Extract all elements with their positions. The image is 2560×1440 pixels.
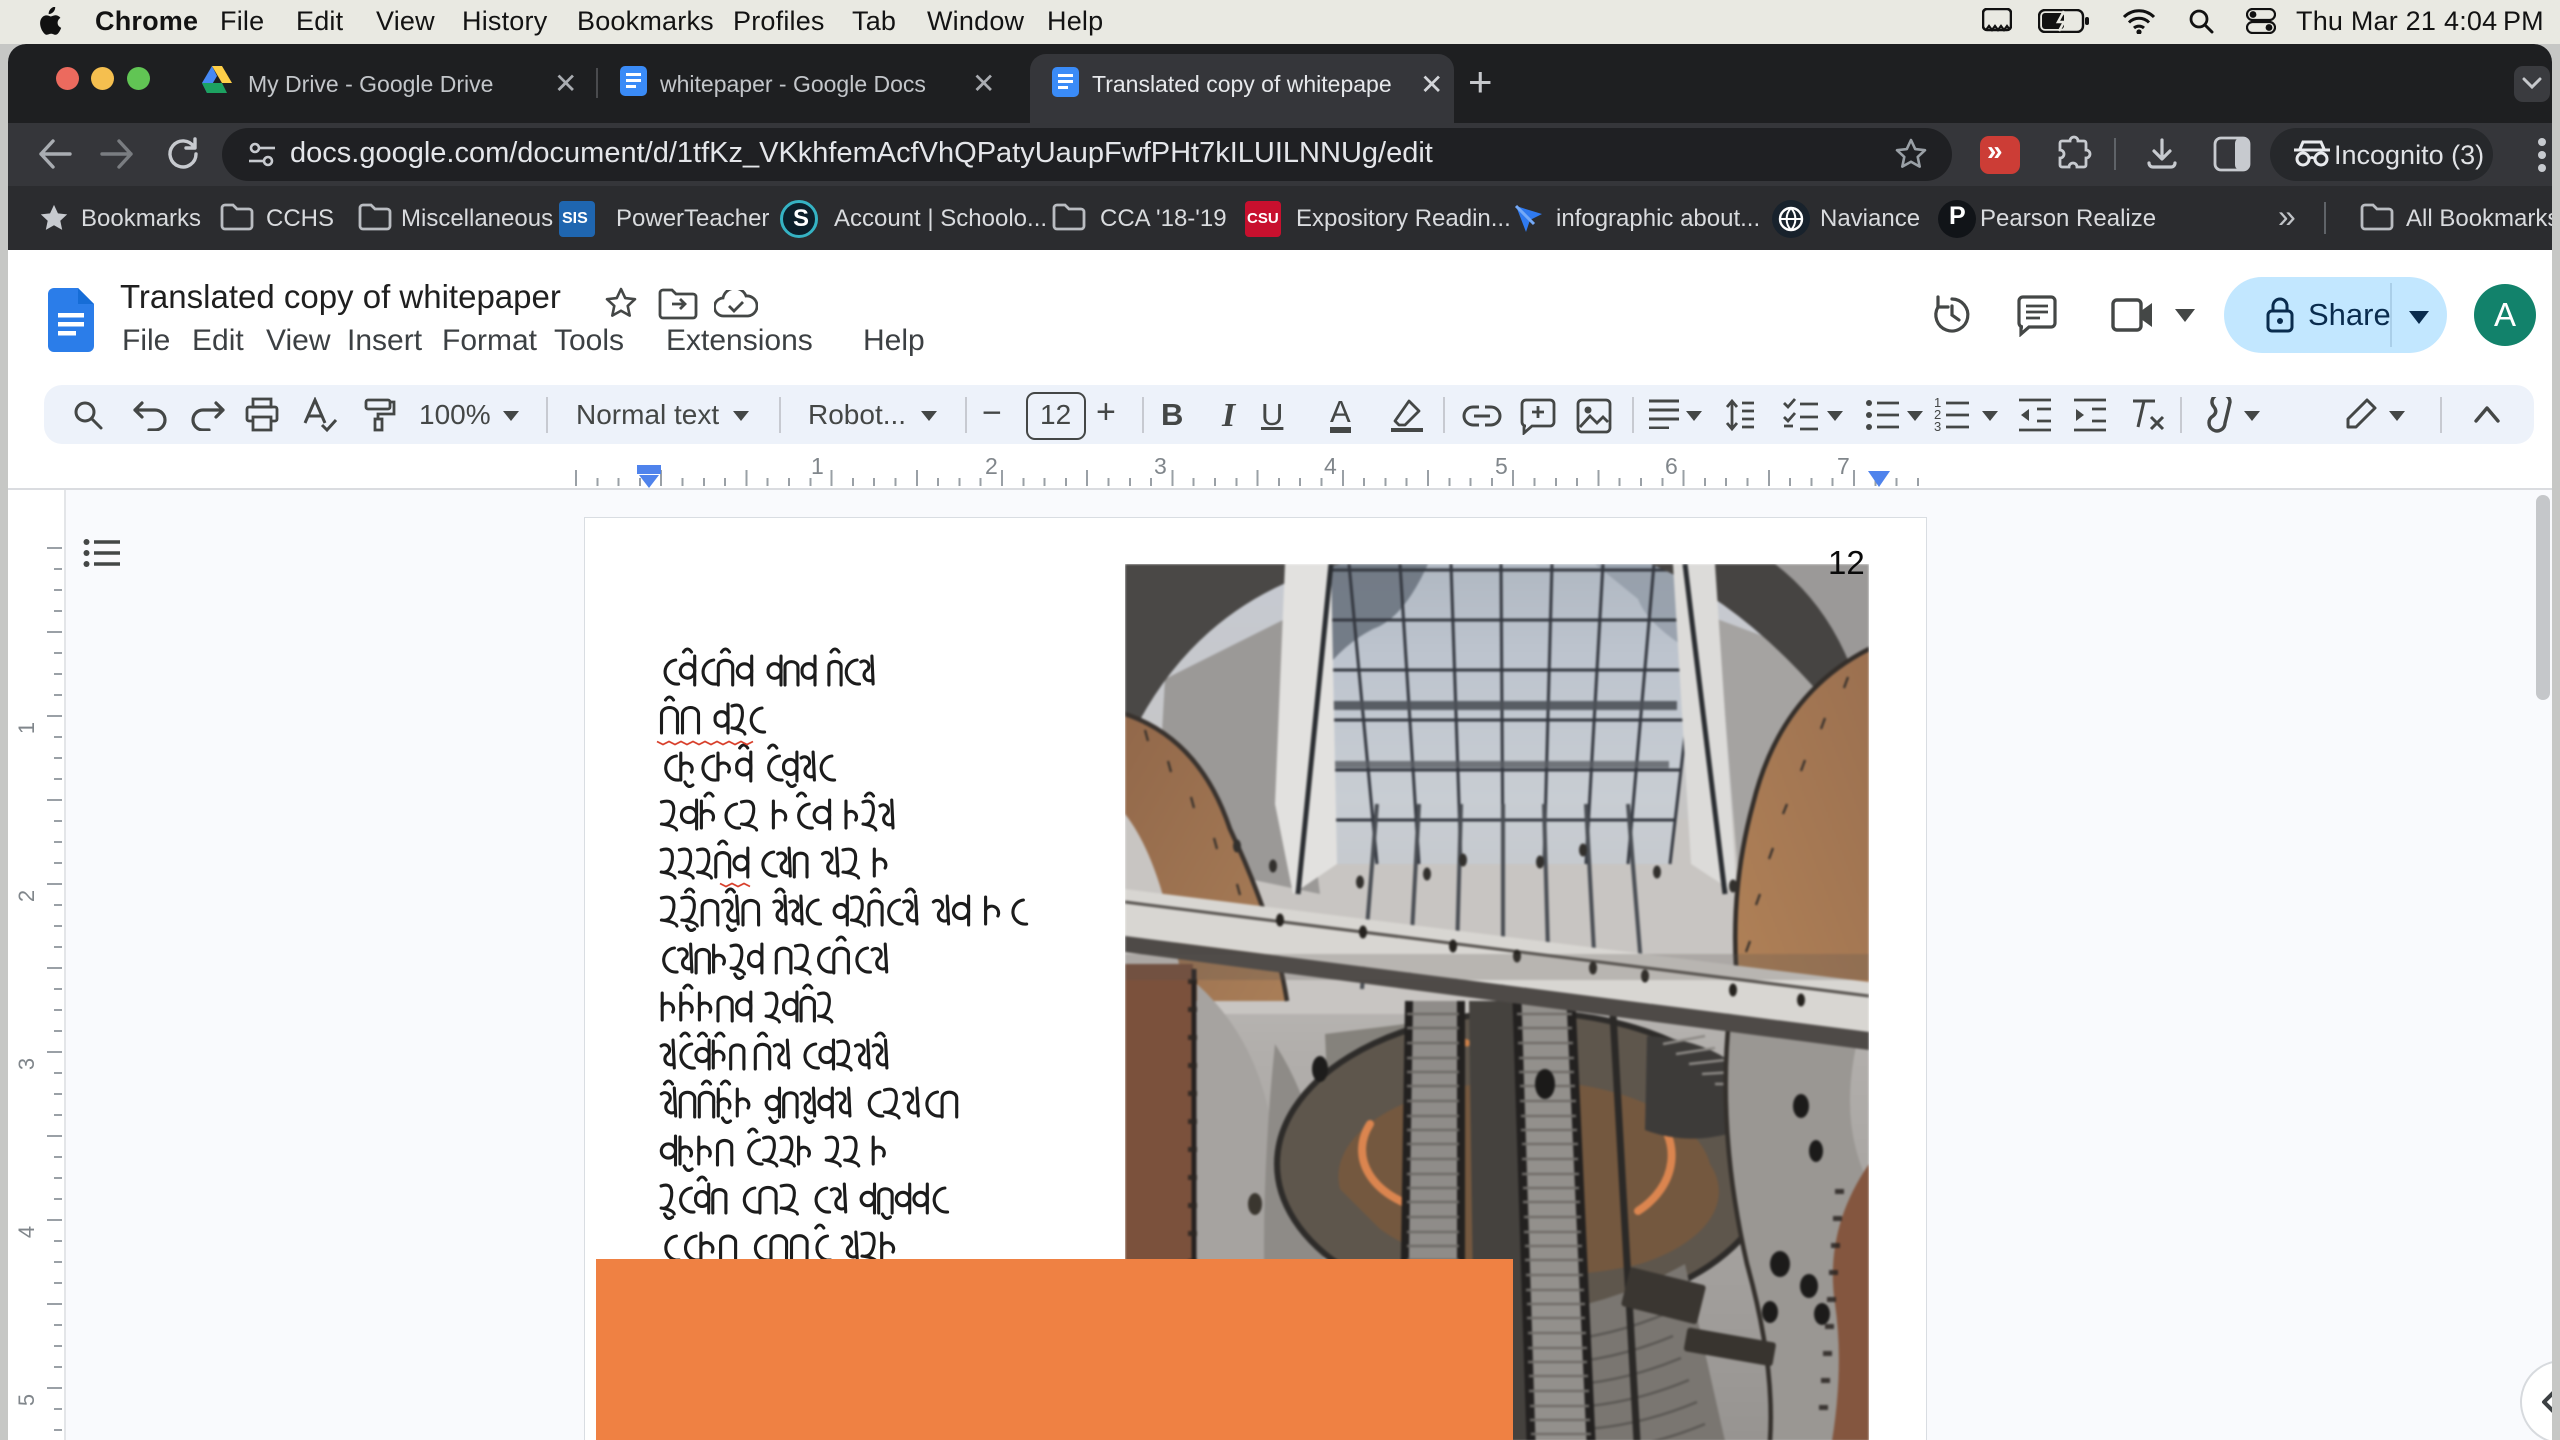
svg-text:3: 3 (1934, 419, 1941, 433)
